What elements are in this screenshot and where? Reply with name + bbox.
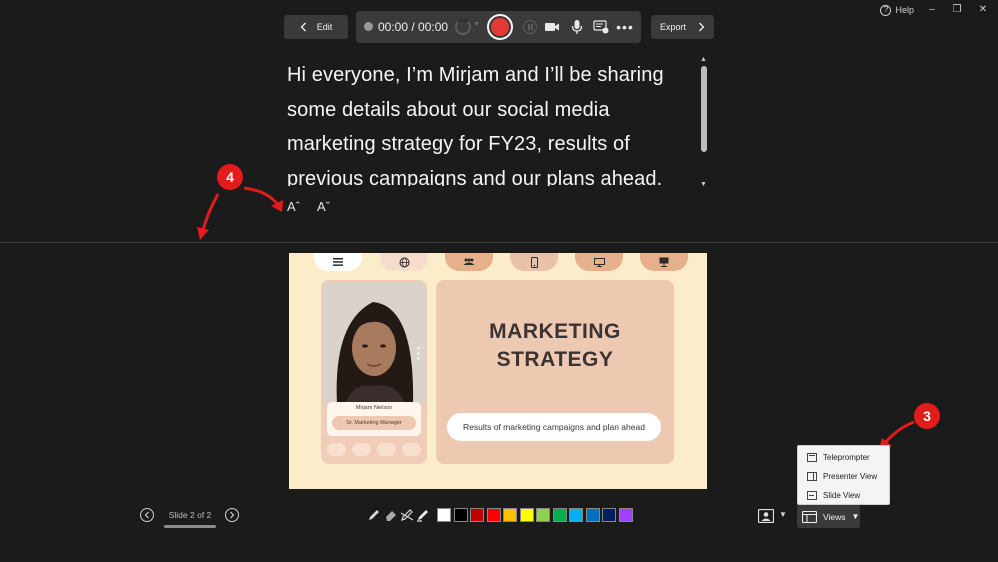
views-menu-item-presenter-view[interactable]: Presenter View — [798, 467, 891, 486]
views-menu-item-label: Teleprompter — [823, 453, 870, 462]
views-menu-item-label: Presenter View — [823, 472, 878, 481]
views-label: Views — [823, 511, 846, 522]
presenter-view-icon — [807, 472, 817, 481]
views-menu-item-teleprompter[interactable]: Teleprompter — [798, 448, 891, 467]
views-menu: Teleprompter Presenter View Slide View — [797, 445, 890, 505]
slide-title-line-1: MARKETING — [489, 320, 621, 343]
slide-title: MARKETING STRATEGY — [436, 318, 674, 374]
title-card: MARKETING STRATEGY Results of marketing … — [436, 280, 674, 464]
ink-color-swatch[interactable] — [585, 508, 600, 522]
previous-slide-button[interactable] — [140, 508, 154, 522]
slide-counter-underline — [164, 525, 216, 528]
slide-subtitle: Results of marketing campaigns and plan … — [447, 413, 661, 441]
person-frame-icon — [758, 509, 774, 523]
chevron-left-icon — [144, 511, 149, 519]
presenter-photo — [323, 282, 425, 404]
slide-title-line-2: STRATEGY — [496, 348, 614, 371]
decorative-pill — [402, 443, 421, 456]
people-icon — [445, 253, 493, 271]
ink-color-swatch[interactable] — [437, 508, 451, 522]
ink-color-swatch[interactable] — [470, 508, 484, 522]
pen-icon[interactable] — [366, 506, 382, 524]
presentation-icon — [640, 253, 688, 271]
ink-color-swatch[interactable] — [486, 508, 501, 522]
ink-color-swatch[interactable] — [503, 508, 517, 522]
presenter-name: Mirjam Nielson — [355, 405, 393, 411]
next-slide-button[interactable] — [225, 508, 239, 522]
camera-layout-button[interactable] — [757, 508, 775, 524]
chevron-right-icon — [230, 511, 235, 519]
more-vertical-icon: • • • — [417, 344, 420, 363]
ink-color-swatch[interactable] — [536, 508, 550, 522]
ink-color-swatch[interactable] — [569, 508, 583, 522]
views-icon — [802, 510, 817, 523]
caret-down-icon: ▼ — [851, 512, 860, 521]
views-button[interactable]: Views ▼ — [797, 505, 860, 528]
presenter-role: Sr. Marketing Manager — [332, 416, 416, 430]
teleprompter-icon — [807, 453, 817, 462]
callout-badge-3: 3 — [914, 403, 940, 429]
menu-icon — [314, 253, 362, 271]
ink-color-swatch[interactable] — [602, 508, 616, 522]
ink-color-swatch[interactable] — [519, 508, 534, 522]
monitor-icon — [575, 253, 623, 271]
decorative-pill — [327, 443, 346, 456]
eraser-icon[interactable] — [383, 506, 399, 524]
presenter-card: • • • Mirjam Nielson Sr. Marketing Manager — [321, 280, 427, 464]
slide-preview[interactable]: • • • Mirjam Nielson Sr. Marketing Manager… — [289, 253, 707, 489]
decorative-pill — [352, 443, 371, 456]
phone-icon — [510, 253, 558, 271]
decorative-pill — [377, 443, 396, 456]
ink-color-swatch[interactable] — [618, 508, 633, 522]
views-menu-item-slide-view[interactable]: Slide View — [798, 486, 891, 505]
marker-icon[interactable] — [415, 506, 431, 524]
slide-counter: Slide 2 of 2 — [168, 510, 212, 520]
ink-color-swatch[interactable] — [552, 508, 567, 522]
camera-layout-dropdown-icon[interactable]: ▼ — [779, 510, 787, 519]
ink-color-swatch[interactable] — [453, 508, 468, 522]
slide-view-icon — [807, 491, 817, 500]
globe-icon — [380, 253, 428, 271]
views-menu-item-label: Slide View — [823, 491, 861, 500]
presenter-name-card: Mirjam Nielson Sr. Marketing Manager — [327, 402, 421, 436]
highlighter-icon[interactable] — [399, 506, 415, 524]
